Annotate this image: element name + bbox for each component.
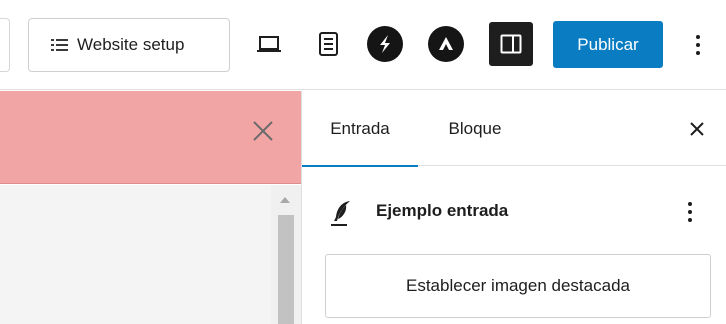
set-featured-image-button[interactable]: Establecer imagen destacada — [325, 254, 711, 318]
document-icon[interactable] — [311, 26, 347, 62]
vertical-ellipsis-icon[interactable] — [684, 28, 712, 62]
canvas-scrollbar[interactable] — [271, 185, 301, 324]
sidebar-tabs: Entrada Bloque — [302, 91, 726, 167]
website-setup-button[interactable]: Website setup — [28, 18, 230, 72]
a-logo-icon[interactable] — [428, 26, 464, 62]
scrollbar-thumb[interactable] — [278, 215, 294, 324]
desktop-icon[interactable] — [251, 26, 287, 62]
post-title: Ejemplo entrada — [376, 201, 509, 220]
tab-entrada[interactable]: Entrada — [302, 91, 418, 167]
close-icon[interactable] — [248, 116, 278, 146]
list-icon — [51, 38, 68, 52]
tab-bloque[interactable]: Bloque — [430, 91, 520, 166]
sidebar-panel-icon[interactable] — [489, 22, 533, 66]
close-icon[interactable] — [684, 116, 710, 142]
editor-canvas[interactable] — [0, 185, 301, 324]
s-logo-icon[interactable] — [367, 26, 403, 62]
vertical-ellipsis-icon[interactable] — [678, 195, 702, 229]
toolbar-left-button-edge[interactable] — [0, 18, 10, 72]
editor-toolbar: Website setup Publicar — [0, 0, 726, 90]
publish-button[interactable]: Publicar — [553, 21, 663, 68]
error-notice — [0, 91, 301, 184]
feather-icon — [330, 199, 354, 227]
website-setup-label: Website setup — [77, 35, 185, 54]
scroll-up-arrow-icon[interactable] — [280, 197, 290, 203]
post-summary: Ejemplo entrada — [302, 167, 726, 255]
settings-sidebar: Entrada Bloque Ejemplo entrada Establece… — [302, 91, 726, 324]
